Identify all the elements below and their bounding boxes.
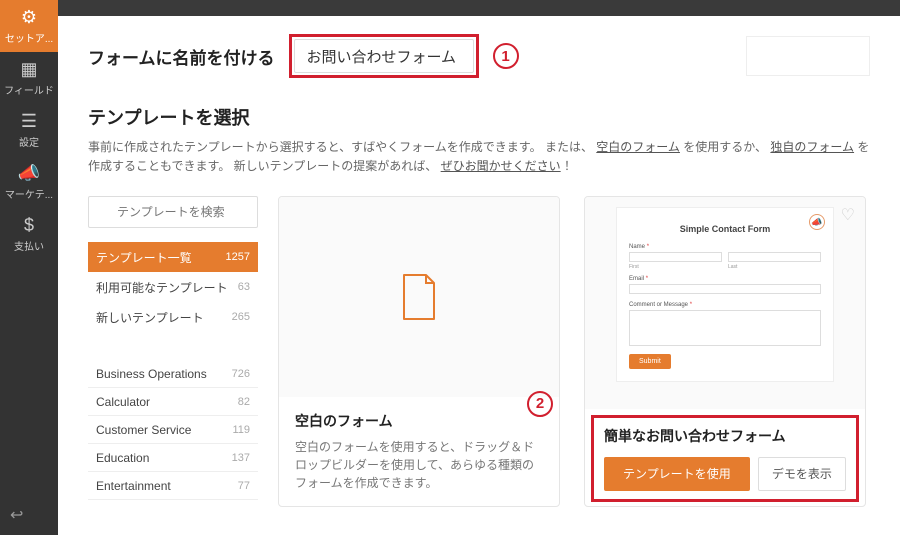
sliders-icon: ☰	[21, 111, 37, 132]
sidenav-label: マーケテ...	[5, 186, 53, 201]
side-navigation: ⚙ セットア... ▦ フィールド ☰ 設定 📣 マーケテ... $ 支払い ↩	[0, 0, 58, 535]
filter-new-templates[interactable]: 新しいテンプレート 265	[88, 302, 258, 332]
desc-text: 事前に作成されたテンプレートから選択すると、すばやくフォームを作成できます。 ま…	[88, 140, 593, 154]
template-preview: 📣 Simple Contact Form Name * First Last …	[616, 207, 834, 382]
preview-name-label: Name *	[629, 244, 821, 250]
sidenav-item-marketing[interactable]: 📣 マーケテ...	[0, 156, 58, 208]
preview-email-label: Email *	[629, 276, 821, 282]
category-label: Business Operations	[96, 367, 207, 381]
dollar-icon: $	[24, 215, 34, 236]
gear-icon: ⚙	[21, 7, 37, 28]
template-search-input[interactable]	[88, 196, 258, 228]
view-demo-button[interactable]: デモを表示	[758, 457, 846, 491]
category-label: Entertainment	[96, 479, 171, 493]
main-panel: フォームに名前を付ける 1 テンプレートを選択 事前に作成されたテンプレートから…	[58, 0, 900, 535]
filter-available-templates[interactable]: 利用可能なテンプレート 63	[88, 272, 258, 302]
category-count: 137	[232, 452, 250, 464]
preview-submit-button: Submit	[629, 354, 671, 369]
category-item[interactable]: Business Operations 726	[88, 360, 258, 388]
category-item[interactable]: Customer Service 119	[88, 416, 258, 444]
filter-all-templates[interactable]: テンプレート一覧 1257	[88, 242, 258, 272]
form-name-input[interactable]	[294, 39, 474, 73]
card-title: 空白のフォーム	[295, 411, 543, 432]
sidenav-label: 設定	[19, 134, 39, 149]
category-item[interactable]: Entertainment 77	[88, 472, 258, 500]
category-count: 82	[238, 396, 250, 408]
megaphone-icon: 📣	[809, 214, 825, 230]
desc-text: ！	[564, 159, 576, 173]
annotation-number-1: 1	[493, 43, 519, 69]
filter-count: 63	[238, 281, 250, 293]
link-suggest[interactable]: ぜひお聞かせください	[441, 159, 561, 173]
annotation-box-2: 簡単なお問い合わせフォーム テンプレートを使用 デモを表示	[591, 415, 859, 502]
category-item[interactable]: Education 137	[88, 444, 258, 472]
sidenav-label: セットア...	[5, 30, 53, 45]
annotation-number-2: 2	[527, 391, 553, 417]
window-topbar	[58, 0, 900, 16]
sidenav-back-button[interactable]: ↩	[0, 495, 58, 535]
filter-count: 265	[232, 311, 250, 323]
annotation-box-1	[289, 34, 479, 78]
template-card-blank[interactable]: 2 空白のフォーム 空白のフォームを使用すると、ドラッグ＆ドロップビルダーを使用…	[278, 196, 560, 507]
category-label: Customer Service	[96, 423, 191, 437]
link-custom-form[interactable]: 独自のフォーム	[770, 140, 854, 154]
card-title: 簡単なお問い合わせフォーム	[604, 426, 846, 447]
template-filter-list: テンプレート一覧 1257 利用可能なテンプレート 63 新しいテンプレート 2…	[88, 242, 258, 332]
preview-message-label: Comment or Message *	[629, 302, 821, 308]
form-name-row: フォームに名前を付ける 1	[88, 34, 870, 78]
favorite-icon[interactable]: ♡	[841, 205, 855, 225]
document-icon	[399, 273, 439, 321]
category-count: 77	[238, 480, 250, 492]
card-description: 空白のフォームを使用すると、ドラッグ＆ドロップビルダーを使用して、あらゆる種類の…	[295, 438, 543, 492]
fields-icon: ▦	[20, 59, 37, 80]
template-category-list: Business Operations 726 Calculator 82 Cust…	[88, 360, 258, 500]
form-name-input-extension[interactable]	[746, 36, 871, 76]
category-label: Education	[96, 451, 149, 465]
sidenav-item-fields[interactable]: ▦ フィールド	[0, 52, 58, 104]
preview-last-caption: Last	[728, 264, 821, 270]
undo-icon: ↩	[10, 507, 23, 524]
filter-count: 1257	[226, 251, 250, 263]
sidenav-item-settings[interactable]: ☰ 設定	[0, 104, 58, 156]
link-blank-form[interactable]: 空白のフォーム	[596, 140, 680, 154]
form-name-label: フォームに名前を付ける	[88, 44, 275, 69]
category-item[interactable]: Calculator 82	[88, 388, 258, 416]
desc-text: を使用するか、	[683, 140, 767, 154]
templates-title: テンプレートを選択	[88, 104, 870, 130]
category-label: Calculator	[96, 395, 150, 409]
preview-title: Simple Contact Form	[629, 224, 821, 234]
filter-label: 新しいテンプレート	[96, 309, 204, 326]
filter-label: 利用可能なテンプレート	[96, 279, 228, 296]
template-card-contact[interactable]: ♡ 📣 Simple Contact Form Name * First Las…	[584, 196, 866, 507]
filter-label: テンプレート一覧	[96, 249, 192, 266]
sidenav-item-payment[interactable]: $ 支払い	[0, 208, 58, 260]
use-template-button[interactable]: テンプレートを使用	[604, 457, 750, 491]
category-count: 726	[232, 368, 250, 380]
template-filters-column: テンプレート一覧 1257 利用可能なテンプレート 63 新しいテンプレート 2…	[88, 196, 258, 507]
preview-first-caption: First	[629, 264, 722, 270]
category-count: 119	[232, 424, 250, 436]
sidenav-label: 支払い	[14, 238, 44, 253]
template-cards: 2 空白のフォーム 空白のフォームを使用すると、ドラッグ＆ドロップビルダーを使用…	[278, 196, 870, 507]
sidenav-item-setup[interactable]: ⚙ セットア...	[0, 0, 58, 52]
megaphone-icon: 📣	[18, 163, 40, 184]
sidenav-label: フィールド	[4, 82, 54, 97]
templates-description: 事前に作成されたテンプレートから選択すると、すばやくフォームを作成できます。 ま…	[88, 138, 870, 176]
